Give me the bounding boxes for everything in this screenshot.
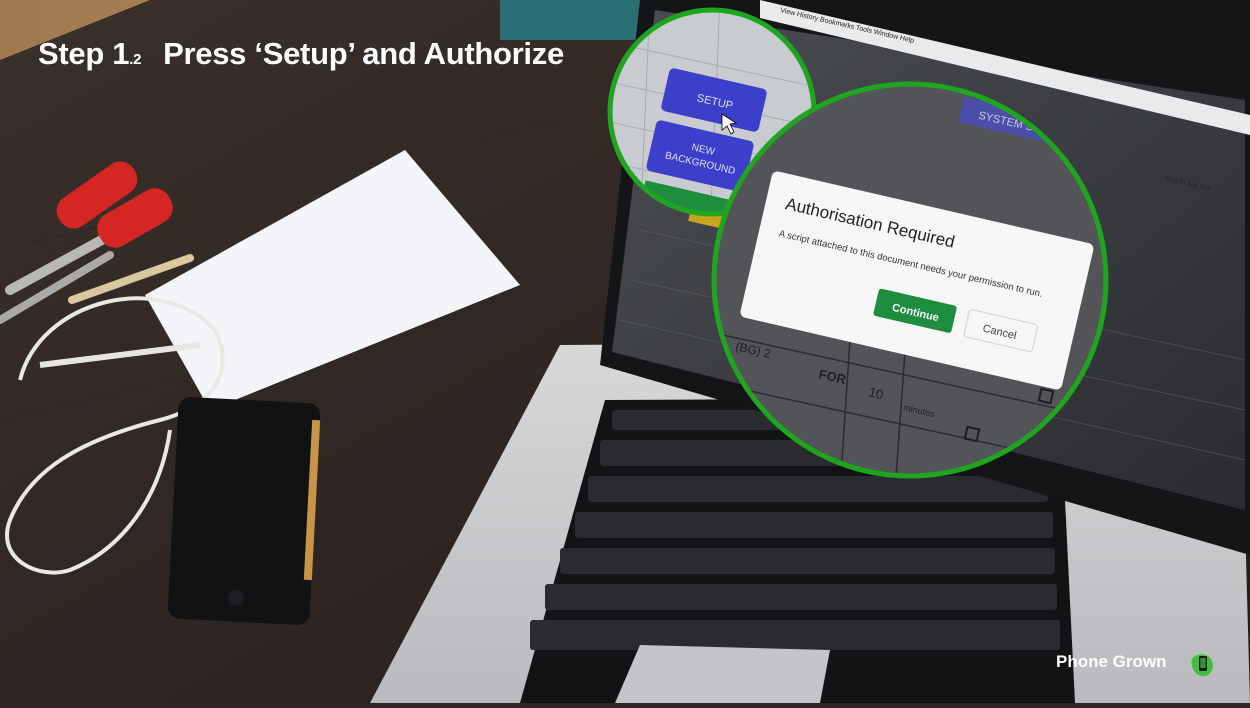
trackpad bbox=[615, 645, 830, 703]
smartphone bbox=[167, 397, 321, 625]
step-sub-number: .2 bbox=[129, 51, 142, 68]
step-number: Step 1 bbox=[38, 36, 130, 71]
photo-scene: View History Bookmarks Tools Window Help… bbox=[0, 0, 1250, 703]
step-title: Press ‘Setup’ and Authorize bbox=[163, 36, 564, 71]
scene-drawing: View History Bookmarks Tools Window Help… bbox=[0, 0, 1250, 703]
page-heading: Step 1.2 Press ‘Setup’ and Authorize bbox=[38, 36, 564, 72]
brand-name: Phone Grown bbox=[1056, 652, 1167, 671]
phone-grown-logo bbox=[1191, 654, 1213, 677]
